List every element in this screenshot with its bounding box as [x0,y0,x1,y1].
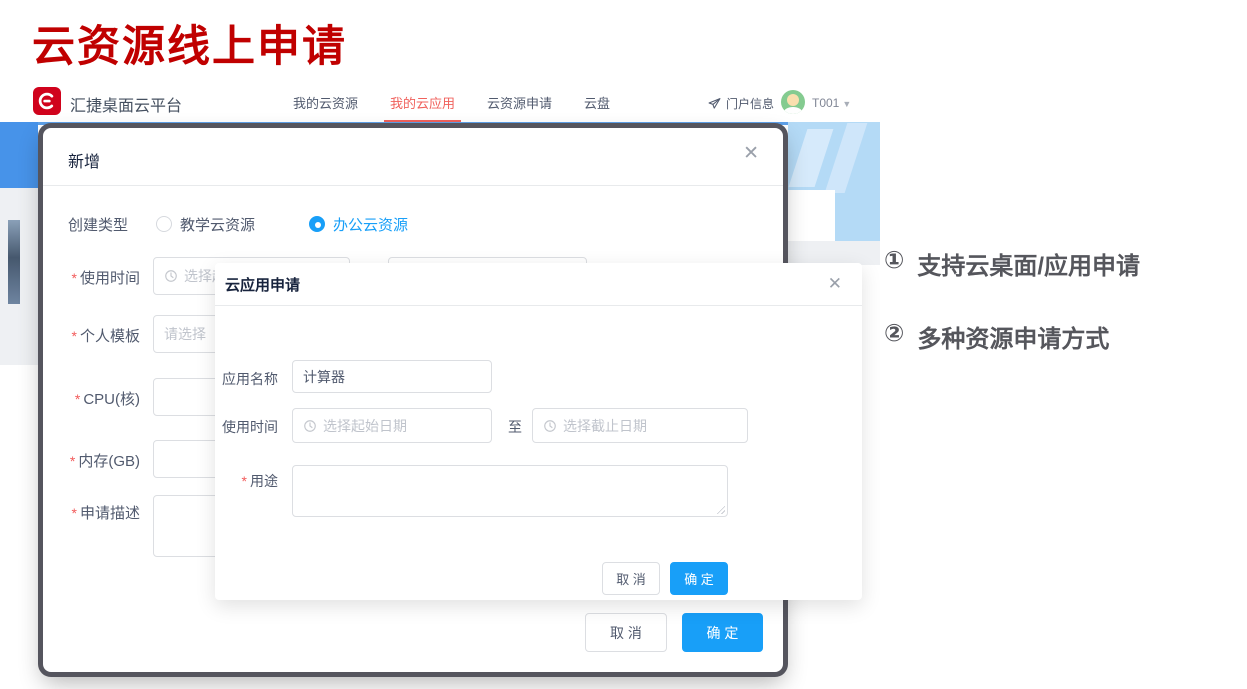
app-header: 汇捷桌面云平台 我的云资源 我的云应用 云资源申请 云盘 门户信息 T001▼ [0,82,880,122]
brand-logo-icon[interactable] [33,87,61,115]
app-name-input-field[interactable] [303,369,481,385]
close-icon[interactable]: ✕ [828,275,842,292]
modal-title: 云应用申请 [225,274,300,295]
portal-info-label: 门户信息 [726,95,774,112]
user-id: T001 [812,96,839,110]
cloud-app-apply-modal: 云应用申请 ✕ 应用名称 使用时间 选择起始日期 至 选择截止日期 [215,263,862,600]
app-name-input[interactable] [292,360,492,393]
divider [215,305,862,306]
clock-icon [303,419,317,433]
main-nav: 我的云资源 我的云应用 云资源申请 云盘 [293,82,610,122]
annotation-item: ② 多种资源申请方式 [884,319,1140,354]
annotation-item: ① 支持云桌面/应用申请 [884,246,1140,281]
create-type-label: 创建类型 [68,214,128,235]
purpose-label: *用途 [215,471,278,491]
nav-item-cloud-disk[interactable]: 云盘 [584,82,610,122]
annotation-list: ① 支持云桌面/应用申请 ② 多种资源申请方式 [884,246,1140,392]
annotation-text: 多种资源申请方式 [917,319,1109,354]
clock-icon [543,419,557,433]
end-date-input[interactable]: 选择截止日期 [532,408,748,443]
app-name-label: 应用名称 [215,369,278,389]
memory-label: *内存(GB) [43,450,140,471]
use-time-label: 使用时间 [215,417,278,437]
user-menu[interactable]: T001▼ [812,96,851,110]
cpu-label: *CPU(核) [43,388,140,409]
background-thumbnail [8,220,20,304]
slide-canvas: 云资源线上申请 汇捷桌面云平台 我的云资源 我的云应用 云资源申请 云盘 [0,0,1247,689]
nav-item-my-cloud-resources[interactable]: 我的云资源 [293,82,358,122]
page-title: 云资源线上申请 [32,12,347,74]
banner-left-sliver [0,121,38,188]
close-icon[interactable]: ✕ [743,144,759,163]
annotation-text: 支持云桌面/应用申请 [917,246,1140,281]
radio-office-cloud-label[interactable]: 办公云资源 [333,214,408,235]
circled-number-icon: ① [884,246,904,275]
radio-teaching-cloud-label[interactable]: 教学云资源 [180,214,255,235]
chevron-down-icon: ▼ [842,99,851,109]
template-label: *个人模板 [43,325,140,346]
purpose-textarea-field[interactable] [293,466,727,516]
divider [43,185,783,186]
start-date-input[interactable]: 选择起始日期 [292,408,492,443]
confirm-button[interactable]: 确 定 [682,613,763,652]
create-type-row: 创建类型 教学云资源 办公云资源 [68,212,408,236]
paper-plane-icon [708,97,721,110]
use-time-label: *使用时间 [43,267,140,288]
content-card-sliver [788,190,835,241]
circled-number-icon: ② [884,319,904,348]
description-label: *申请描述 [43,502,140,523]
confirm-button[interactable]: 确 定 [670,562,728,595]
clock-icon [164,269,178,283]
nav-item-cloud-resource-apply[interactable]: 云资源申请 [487,82,552,122]
nav-item-my-cloud-apps[interactable]: 我的云应用 [390,82,455,122]
portal-info-link[interactable]: 门户信息 [708,95,774,112]
date-range-to-label: 至 [508,417,522,437]
brand-name: 汇捷桌面云平台 [70,92,182,116]
purpose-textarea[interactable] [292,465,728,517]
radio-teaching-cloud[interactable] [156,216,172,232]
cancel-button[interactable]: 取 消 [602,562,660,595]
radio-office-cloud[interactable] [309,216,325,232]
modal-title: 新增 [68,148,100,172]
user-avatar[interactable] [781,90,805,114]
cancel-button[interactable]: 取 消 [585,613,667,652]
page-background-right [788,241,880,265]
